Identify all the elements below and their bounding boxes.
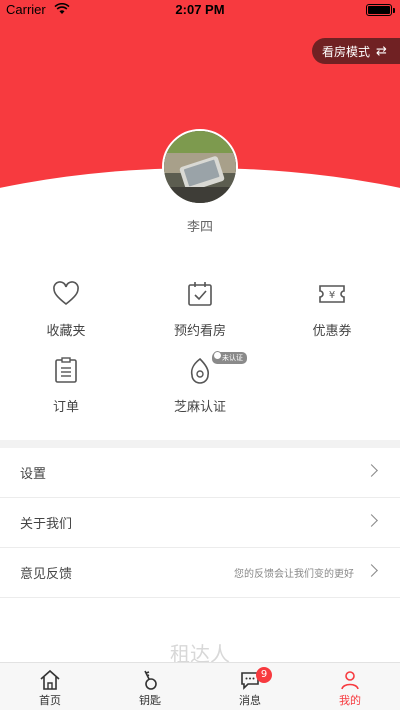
quick-action-sesame-verification[interactable]: 未认证 芝麻认证: [140, 351, 260, 415]
menu-item-feedback[interactable]: 意见反馈 您的反馈会让我们变的更好: [0, 548, 400, 598]
quick-action-favorites[interactable]: 收藏夹: [6, 280, 126, 339]
home-icon: [40, 669, 60, 690]
verification-status-badge: 未认证: [212, 351, 247, 364]
chevron-right-icon: [365, 464, 378, 477]
quick-action-label: 订单: [52, 400, 79, 415]
tab-label: 我的: [339, 694, 361, 707]
menu-item-about-us[interactable]: 关于我们: [0, 498, 400, 548]
menu-item-settings[interactable]: 设置: [0, 448, 400, 498]
quick-action-coupons[interactable]: ¥ 优惠券: [272, 280, 392, 339]
viewing-mode-button[interactable]: 看房模式 ⇄: [312, 38, 400, 64]
battery-icon: [366, 4, 395, 16]
tab-home[interactable]: 首页: [0, 663, 100, 710]
unread-count-badge: 9: [256, 667, 272, 683]
tab-mine[interactable]: 我的: [300, 663, 400, 710]
clock: 2:07 PM: [175, 2, 225, 17]
avatar[interactable]: [162, 129, 238, 205]
tab-messages[interactable]: 9 消息: [200, 663, 300, 710]
username: 李四: [186, 220, 213, 235]
quick-action-label: 收藏夹: [46, 324, 86, 339]
verification-status-text: 未认证: [222, 354, 243, 362]
shield-check-icon: [213, 351, 222, 360]
menu-item-label: 设置: [20, 467, 47, 482]
quick-action-label: 芝麻认证: [173, 400, 226, 415]
tab-label: 消息: [239, 694, 261, 707]
user-icon: [341, 671, 359, 690]
calendar-check-icon: [188, 282, 212, 306]
tab-label: 钥匙: [139, 694, 161, 707]
quick-action-label: 预约看房: [173, 324, 226, 339]
viewing-mode-label: 看房模式: [322, 44, 371, 59]
sesame-icon: [190, 357, 210, 384]
menu-item-hint: 您的反馈会让我们变的更好: [234, 569, 354, 580]
quick-action-orders[interactable]: 订单: [6, 356, 126, 415]
status-bar: Carrier 2:07 PM: [0, 0, 400, 20]
chevron-right-icon: [365, 564, 378, 577]
heart-icon: [53, 281, 79, 306]
quick-action-book-viewing[interactable]: 预约看房: [140, 280, 260, 339]
svg-text:¥: ¥: [329, 290, 335, 301]
section-divider: [0, 440, 400, 448]
coupon-icon: ¥: [319, 285, 345, 303]
tab-label: 首页: [39, 694, 61, 707]
tab-bar: 首页 钥匙 9 消息 我的: [0, 662, 400, 710]
swap-arrows-icon: ⇄: [376, 43, 387, 59]
key-icon: [144, 670, 157, 690]
tab-keys[interactable]: 钥匙: [100, 663, 200, 710]
menu-item-label: 意见反馈: [20, 567, 73, 582]
quick-action-label: 优惠券: [312, 324, 352, 339]
menu-item-label: 关于我们: [20, 517, 73, 532]
settings-menu: 设置 关于我们 意见反馈 您的反馈会让我们变的更好: [0, 448, 400, 598]
chevron-right-icon: [365, 514, 378, 527]
clipboard-icon: [55, 357, 77, 383]
